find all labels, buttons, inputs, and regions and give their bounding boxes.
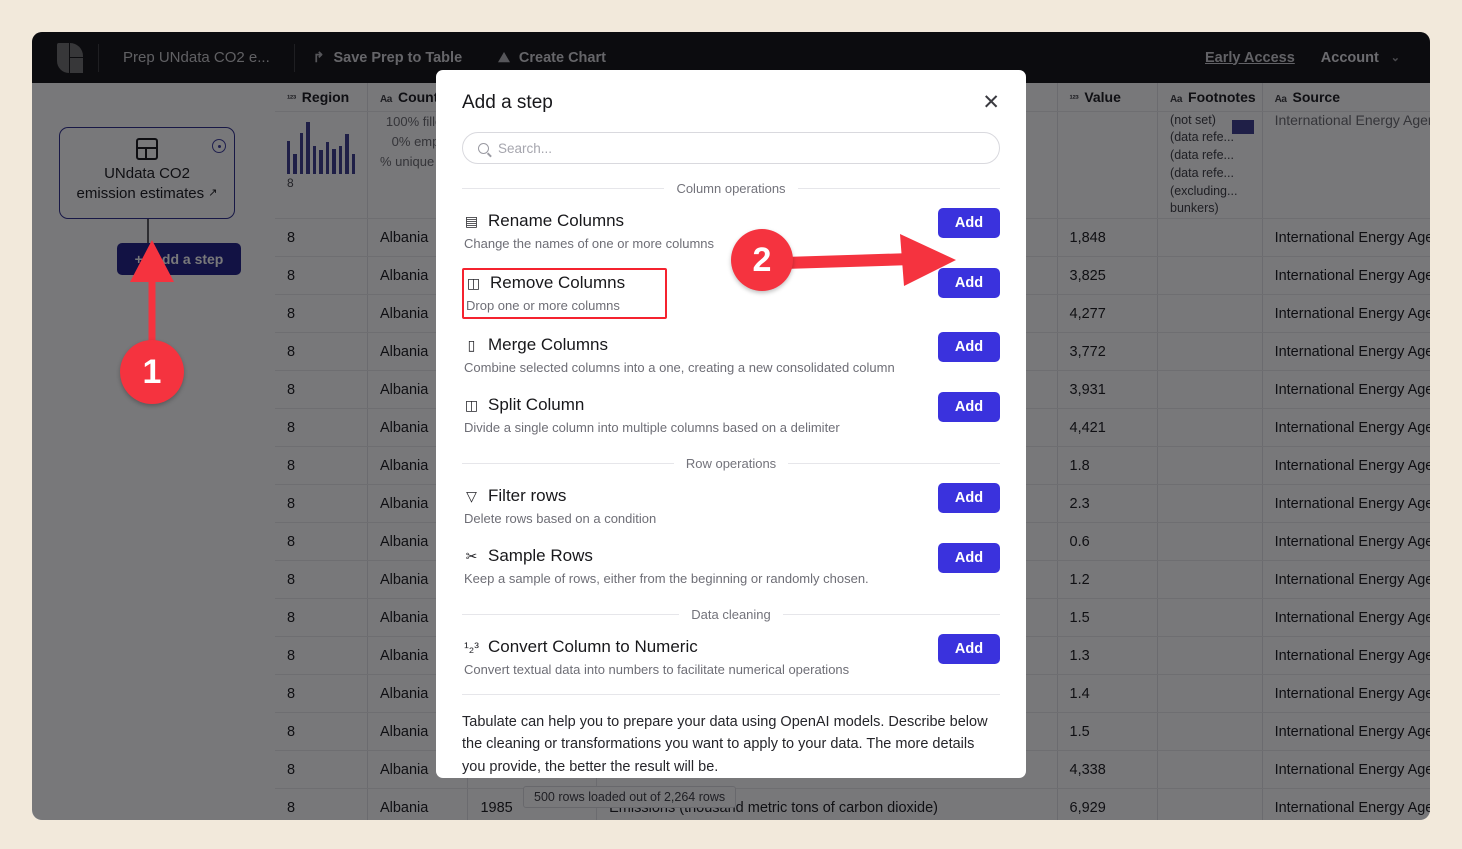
step-option-description: Drop one or more columns [466,298,661,313]
dialog-title: Add a step [462,92,553,114]
add-step-option-button[interactable]: Add [938,634,1000,664]
section-heading: Column operations [676,181,785,196]
scissors-icon: ✂ [464,548,479,565]
section-heading: Data cleaning [691,607,771,622]
step-option-title: Remove Columns [490,273,625,293]
add-step-option-button[interactable]: Add [938,332,1000,362]
screen-root: Prep UNdata CO2 e... ↱ Save Prep to Tabl… [0,0,1462,849]
annotation-arrow-2 [780,232,958,290]
divider-line [788,463,1000,464]
search-icon [478,143,489,154]
step-1-badge: 1 [120,340,184,404]
step-option-title-wrap: ✂ Sample Rows [464,546,920,566]
divider-line [798,188,1000,189]
step-option-info[interactable]: ▽ Filter rows Delete rows based on a condi… [462,483,924,530]
step-option-title-wrap: ▤ Rename Columns [464,211,920,231]
step-option-title-wrap: ◫ Remove Columns [466,273,661,293]
add-a-step-dialog: Add a step ✕ Search... Column operations… [436,70,1026,778]
divider-line [462,614,679,615]
add-step-option-button[interactable]: Add [938,392,1000,422]
dialog-header: Add a step ✕ [462,92,1000,114]
close-icon[interactable]: ✕ [982,92,1000,113]
step-option-info[interactable]: ▯ Merge Columns Combine selected columns i… [462,332,924,379]
step-option-row[interactable]: ✂ Sample Rows Keep a sample of rows, eithe… [462,543,1000,590]
filter-icon: ▽ [464,488,479,505]
step-option-title-wrap: ¹₂³ Convert Column to Numeric [464,637,920,657]
split-column-icon: ◫ [464,397,479,414]
step-option-description: Delete rows based on a condition [464,511,920,526]
section-divider: Row operations [462,456,1000,471]
step-option-title: Split Column [488,395,584,415]
step-option-title: Merge Columns [488,335,608,355]
step-option-row[interactable]: ¹₂³ Convert Column to Numeric Convert text… [462,634,1000,681]
step-option-description: Combine selected columns into a one, cre… [464,360,920,375]
search-input[interactable]: Search... [462,132,1000,164]
step-option-description: Divide a single column into multiple col… [464,420,920,435]
divider-line [462,188,664,189]
add-step-option-button[interactable]: Add [938,483,1000,513]
step-option-title-wrap: ◫ Split Column [464,395,920,415]
divider-line [783,614,1000,615]
ai-blurb: Tabulate can help you to prepare your da… [462,711,1000,778]
step-option-info[interactable]: ◫ Split Column Divide a single column into… [462,392,924,439]
search-placeholder: Search... [498,141,552,156]
step-option-description: Convert textual data into numbers to fac… [464,662,920,677]
numeric-convert-icon: ¹₂³ [464,639,479,655]
step-option-title: Sample Rows [488,546,593,566]
merge-columns-icon: ▯ [464,337,479,354]
add-step-option-button[interactable]: Add [938,543,1000,573]
divider-line [462,463,674,464]
step-option-info[interactable]: ◫ Remove Columns Drop one or more columns [462,268,667,319]
section-divider: Column operations [462,181,1000,196]
remove-columns-icon: ◫ [466,275,481,292]
step-option-description: Keep a sample of rows, either from the b… [464,571,920,586]
step-option-row[interactable]: ◫ Split Column Divide a single column into… [462,392,1000,439]
section-heading: Row operations [686,456,776,471]
step-option-title-wrap: ▯ Merge Columns [464,335,920,355]
step-option-row[interactable]: ▽ Filter rows Delete rows based on a condi… [462,483,1000,530]
step-option-title: Convert Column to Numeric [488,637,698,657]
step-option-info[interactable]: ¹₂³ Convert Column to Numeric Convert text… [462,634,924,681]
section-divider: Data cleaning [462,607,1000,622]
step-option-title: Rename Columns [488,211,624,231]
rename-columns-icon: ▤ [464,213,479,230]
step-option-row[interactable]: ▯ Merge Columns Combine selected columns i… [462,332,1000,379]
step-option-title-wrap: ▽ Filter rows [464,486,920,506]
app-window: Prep UNdata CO2 e... ↱ Save Prep to Tabl… [32,32,1430,820]
divider [462,694,1000,695]
step-option-title: Filter rows [488,486,566,506]
step-option-info[interactable]: ✂ Sample Rows Keep a sample of rows, eithe… [462,543,924,590]
step-2-badge: 2 [731,229,793,291]
